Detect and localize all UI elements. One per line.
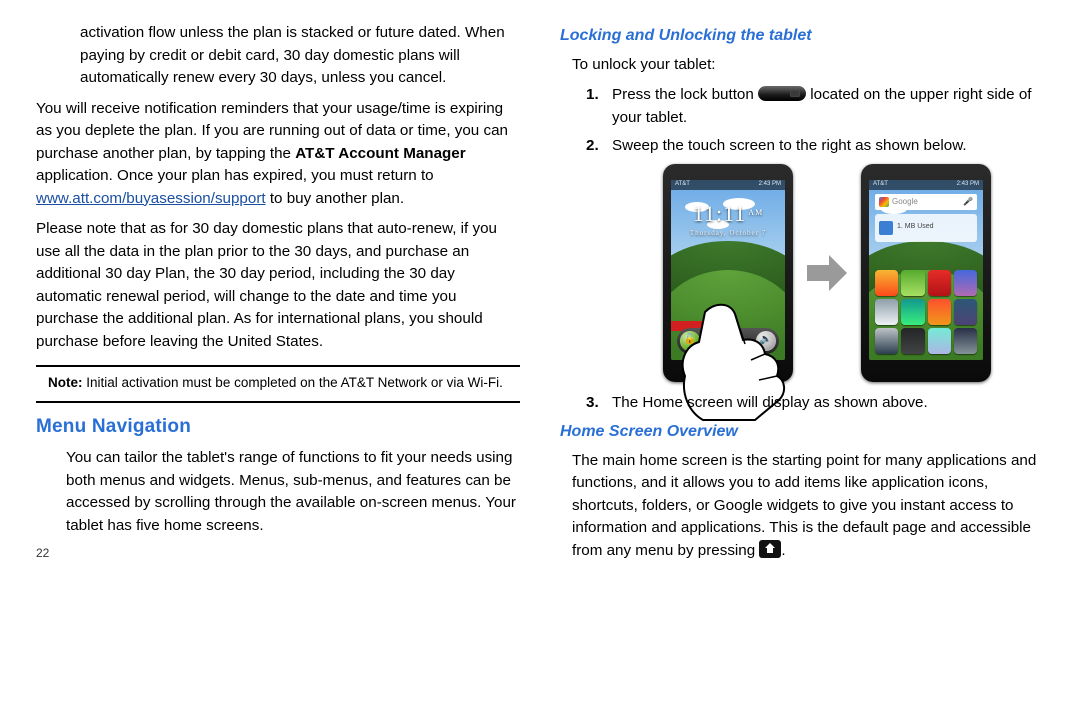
data-usage-widget: 1. MB Used — [875, 214, 977, 242]
status-time: 2:43 PM — [957, 180, 979, 189]
unlock-intro: To unlock your tablet: — [560, 54, 1044, 77]
tablet-lockscreen: AT&T 2:43 PM 11:11AM Thursday, October 7… — [663, 164, 793, 382]
step-3: The Home screen will display as shown ab… — [612, 392, 1044, 415]
support-link[interactable]: www.att.com/buyasession/support — [36, 190, 266, 207]
clock-date: Thursday, October 7 — [671, 228, 785, 238]
right-column: Locking and Unlocking the tablet To unlo… — [560, 22, 1044, 570]
app-icon — [954, 299, 977, 325]
lock-button-icon — [758, 86, 806, 101]
unlock-figure: AT&T 2:43 PM 11:11AM Thursday, October 7… — [610, 164, 1044, 382]
step1-text-a: Press the lock button — [612, 86, 758, 103]
homescreen: AT&T 2:43 PM Google 🎤 1. MB Used — [869, 180, 983, 360]
app-icon — [954, 270, 977, 296]
note-text: Initial activation must be completed on … — [83, 375, 503, 390]
note-label: Note: — [48, 375, 83, 390]
text: to buy another plan. — [266, 190, 404, 207]
rule-top — [36, 365, 520, 367]
status-bar: AT&T 2:43 PM — [869, 180, 983, 190]
unlock-steps-cont: The Home screen will display as shown ab… — [560, 392, 1044, 415]
google-search-widget: Google 🎤 — [875, 194, 977, 210]
app-icon — [928, 328, 951, 354]
heading-lock-unlock: Locking and Unlocking the tablet — [560, 24, 1044, 48]
app-icon — [901, 270, 924, 296]
para-activation: activation flow unless the plan is stack… — [36, 22, 520, 90]
heading-menu-navigation: Menu Navigation — [36, 413, 520, 441]
status-time: 2:43 PM — [759, 180, 781, 189]
home-text-b: . — [781, 542, 785, 559]
app-icon — [901, 299, 924, 325]
para-home-overview: The main home screen is the starting poi… — [560, 450, 1044, 563]
home-button-icon — [759, 540, 781, 558]
left-column: activation flow unless the plan is stack… — [36, 22, 520, 570]
bold-app-name: AT&T Account Manager — [295, 145, 465, 162]
heading-home-overview: Home Screen Overview — [560, 420, 1044, 444]
search-placeholder: Google — [892, 196, 918, 208]
google-icon — [879, 197, 889, 207]
manual-page: activation flow unless the plan is stack… — [0, 0, 1080, 570]
para-menu: You can tailor the tablet's range of fun… — [36, 447, 520, 537]
app-icon — [875, 270, 898, 296]
carrier-label: AT&T — [873, 180, 888, 189]
page-number: 22 — [36, 545, 520, 563]
status-bar: AT&T 2:43 PM — [671, 180, 785, 190]
tablet-homescreen: AT&T 2:43 PM Google 🎤 1. MB Used — [861, 164, 991, 382]
rule-bottom — [36, 401, 520, 403]
widget-text: 1. MB Used — [897, 222, 934, 232]
transition-arrow-icon — [807, 255, 847, 291]
clock-ampm: AM — [748, 208, 763, 217]
app-icon — [928, 270, 951, 296]
step-1: Press the lock button located on the upp… — [612, 84, 1044, 129]
app-grid — [875, 270, 977, 354]
unlock-steps: Press the lock button located on the upp… — [560, 84, 1044, 158]
widget-icon — [879, 221, 893, 235]
mic-icon: 🎤 — [963, 196, 973, 208]
para-autorenew: Please note that as for 30 day domestic … — [36, 218, 520, 353]
app-icon — [875, 299, 898, 325]
step-2: Sweep the touch screen to the right as s… — [612, 135, 1044, 158]
text: application. Once your plan has expired,… — [36, 167, 434, 184]
app-icon — [901, 328, 924, 354]
para-notification: You will receive notification reminders … — [36, 98, 520, 211]
app-icon — [954, 328, 977, 354]
clock-time: 11:11 — [693, 201, 746, 226]
lock-clock: 11:11AM Thursday, October 7 — [671, 198, 785, 239]
carrier-label: AT&T — [675, 180, 690, 189]
app-icon — [928, 299, 951, 325]
app-icon — [875, 328, 898, 354]
note-line: Note: Initial activation must be complet… — [36, 373, 520, 393]
home-text-a: The main home screen is the starting poi… — [572, 452, 1036, 559]
